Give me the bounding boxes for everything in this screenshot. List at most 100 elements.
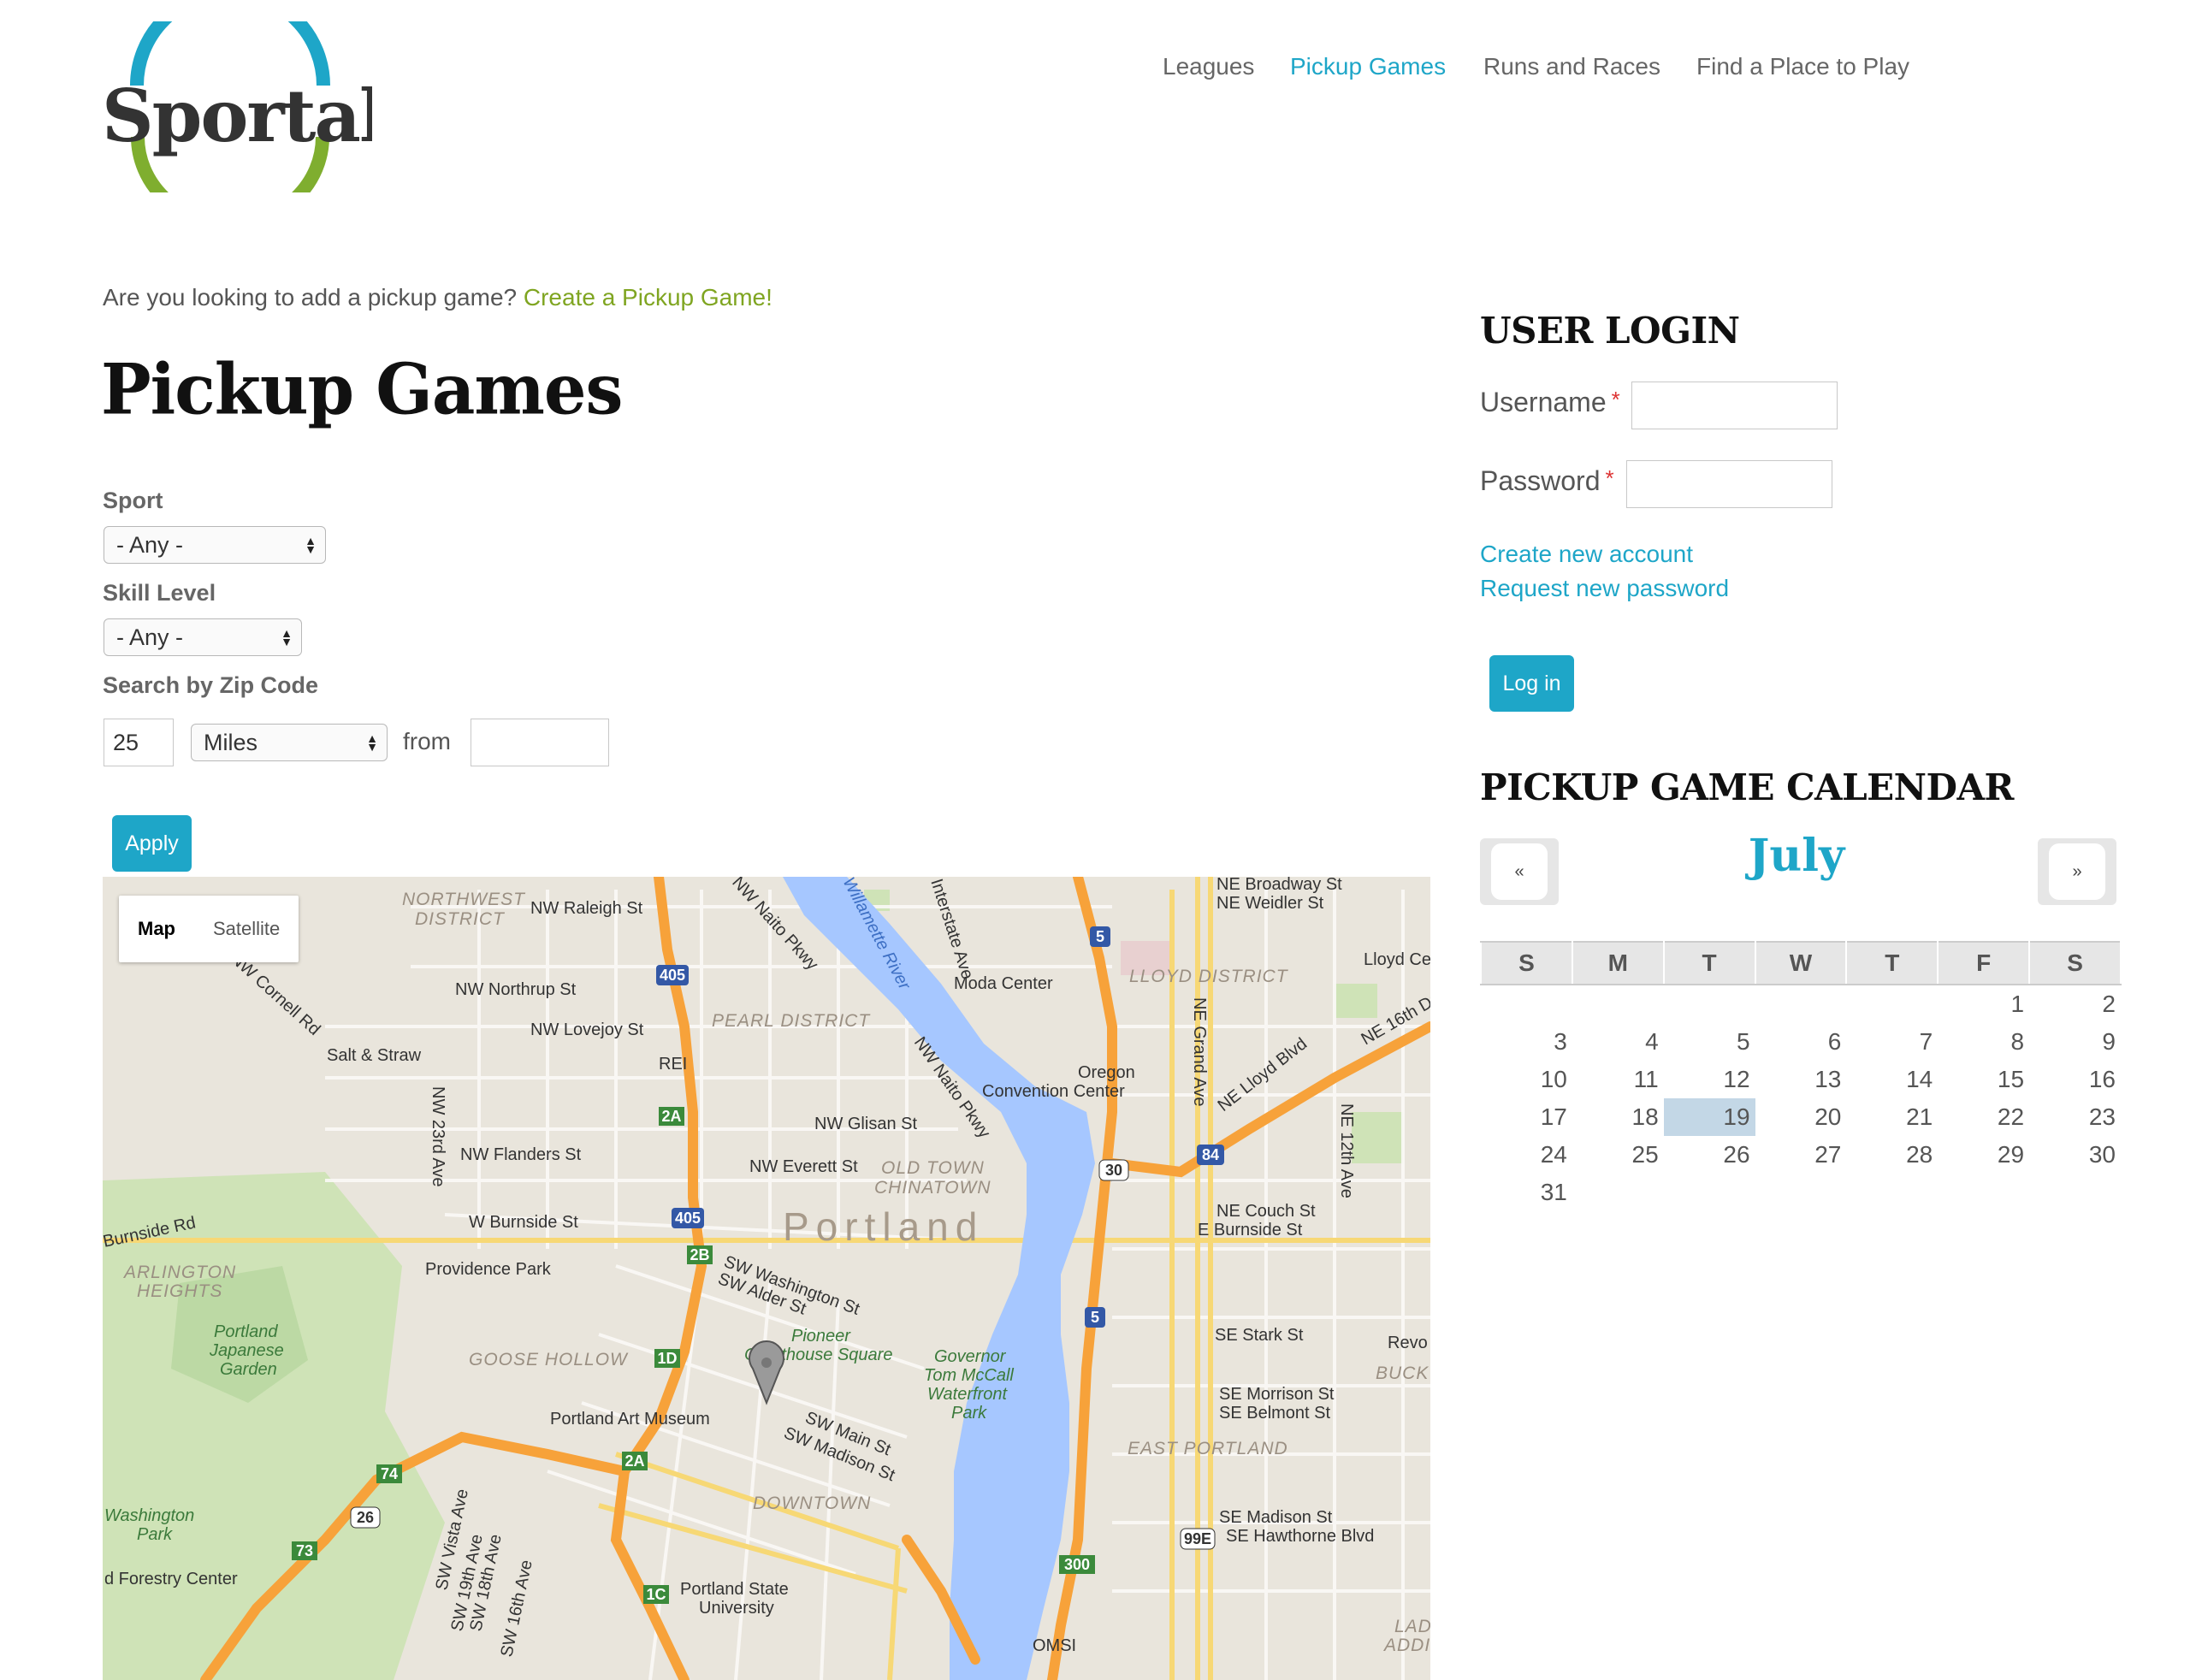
nav-find-a-place[interactable]: Find a Place to Play <box>1696 53 1909 80</box>
weekday-header: S <box>1480 941 1573 985</box>
calendar-day[interactable]: 16 <box>2029 1061 2121 1098</box>
password-label: Password * <box>1480 465 1614 497</box>
calendar-day[interactable]: 7 <box>1846 1023 1938 1061</box>
calendar-day[interactable]: 26 <box>1664 1136 1755 1174</box>
label-flanders: NW Flanders St <box>460 1145 582 1164</box>
calendar-day <box>1664 1174 1755 1211</box>
label-lloyd-center: Lloyd Ce <box>1364 950 1430 969</box>
calendar-day[interactable]: 11 <box>1572 1061 1664 1098</box>
shield-26: 26 <box>357 1509 374 1526</box>
calendar-day[interactable]: 1 <box>1938 985 2029 1023</box>
label-convention-2: Convention Center <box>982 1082 1125 1101</box>
exit-2a-2: 2A <box>624 1452 644 1470</box>
calendar-prev-button[interactable]: « <box>1480 838 1559 905</box>
nav-pickup-games[interactable]: Pickup Games <box>1290 53 1446 80</box>
calendar-day[interactable]: 24 <box>1481 1136 1572 1174</box>
apply-button[interactable]: Apply <box>112 815 192 872</box>
logo-wordmark: Sportal <box>102 74 372 158</box>
calendar-day[interactable]: 12 <box>1664 1061 1755 1098</box>
calendar-day[interactable]: 29 <box>1938 1136 2029 1174</box>
distance-unit-select[interactable]: Miles ▲ ▼ <box>191 724 388 761</box>
calendar-day[interactable]: 3 <box>1481 1023 1572 1061</box>
label-lovejoy: NW Lovejoy St <box>530 1020 644 1039</box>
label-addi: ADDI <box>1382 1636 1430 1655</box>
label-glisan: NW Glisan St <box>814 1115 917 1133</box>
calendar-day[interactable]: 18 <box>1572 1098 1664 1136</box>
exit-2b: 2B <box>690 1246 709 1263</box>
label-pearl-district: PEARL DISTRICT <box>712 1011 871 1031</box>
calendar-day[interactable]: 17 <box>1481 1098 1572 1136</box>
label-east-portland: EAST PORTLAND <box>1128 1439 1288 1458</box>
password-label-text: Password <box>1480 465 1601 496</box>
calendar-day[interactable]: 25 <box>1572 1136 1664 1174</box>
calendar-day[interactable]: 27 <box>1755 1136 1847 1174</box>
calendar-day[interactable]: 8 <box>1938 1023 2029 1061</box>
label-mccall-3: Waterfront <box>927 1385 1008 1404</box>
page-title: Pickup Games <box>101 348 623 431</box>
weekday-header: F <box>1937 941 2031 985</box>
username-label: Username * <box>1480 387 1620 418</box>
unit-select-value: Miles <box>204 729 258 755</box>
sportal-logo[interactable]: Sportal <box>98 0 387 231</box>
label-buck: BUCK <box>1376 1364 1429 1383</box>
sport-select[interactable]: - Any - ▲ ▼ <box>104 526 326 564</box>
label-japanese-3: Garden <box>220 1360 277 1379</box>
skill-select-value: - Any - <box>116 624 184 650</box>
calendar-day[interactable]: 2 <box>2029 985 2121 1023</box>
label-weidler: NE Weidler St <box>1216 894 1324 913</box>
calendar-day[interactable]: 30 <box>2029 1136 2121 1174</box>
request-password-link[interactable]: Request new password <box>1480 575 1729 602</box>
label-omsi: OMSI <box>1033 1636 1076 1655</box>
label-psu-1: Portland State <box>680 1580 789 1599</box>
skill-level-select[interactable]: - Any - ▲ ▼ <box>104 618 302 656</box>
calendar-day[interactable]: 28 <box>1846 1136 1938 1174</box>
zip-code-input[interactable] <box>471 719 609 766</box>
calendar-day[interactable]: 6 <box>1755 1023 1847 1061</box>
label-northrup: NW Northrup St <box>455 980 577 999</box>
select-arrows-icon: ▲ ▼ <box>281 626 293 648</box>
distance-input[interactable]: 25 <box>104 719 174 766</box>
create-pickup-game-link[interactable]: Create a Pickup Game! <box>524 284 772 311</box>
label-washington-park-1: Washington <box>104 1506 194 1525</box>
satellite-view-button[interactable]: Satellite <box>194 896 299 962</box>
calendar-next-icon: » <box>2049 843 2105 900</box>
password-input[interactable] <box>1626 460 1832 508</box>
calendar-day[interactable]: 4 <box>1572 1023 1664 1061</box>
from-label: from <box>403 728 451 754</box>
calendar-day <box>1664 985 1755 1023</box>
calendar-day[interactable]: 22 <box>1938 1098 2029 1136</box>
calendar-day[interactable]: 19 <box>1663 1098 1755 1136</box>
create-account-link[interactable]: Create new account <box>1480 541 1693 568</box>
nav-leagues[interactable]: Leagues <box>1163 53 1254 80</box>
nav-runs-and-races[interactable]: Runs and Races <box>1483 53 1660 80</box>
calendar-day[interactable]: 20 <box>1755 1098 1847 1136</box>
skill-level-label: Skill Level <box>103 580 216 606</box>
username-input[interactable] <box>1631 382 1838 429</box>
log-in-button[interactable]: Log in <box>1489 655 1574 712</box>
label-revo: Revo <box>1388 1334 1428 1352</box>
label-stark: SE Stark St <box>1215 1326 1304 1345</box>
calendar-prev-icon: « <box>1491 843 1548 900</box>
label-chinatown: CHINATOWN <box>874 1178 991 1198</box>
weekday-header: S <box>2028 941 2122 985</box>
label-old-town: OLD TOWN <box>881 1158 985 1178</box>
calendar-next-button[interactable]: » <box>2038 838 2116 905</box>
pickup-games-map[interactable]: 405 405 5 5 84 30 26 99E 74 73 300 2A 2B <box>103 877 1430 1680</box>
shield-84: 84 <box>1202 1146 1219 1163</box>
calendar-day[interactable]: 13 <box>1755 1061 1847 1098</box>
calendar-day <box>2029 1174 2121 1211</box>
calendar-day[interactable]: 14 <box>1846 1061 1938 1098</box>
calendar-day[interactable]: 31 <box>1481 1174 1572 1211</box>
calendar-day[interactable]: 5 <box>1664 1023 1755 1061</box>
label-japanese-1: Portland <box>214 1322 278 1341</box>
calendar-day[interactable]: 15 <box>1938 1061 2029 1098</box>
map-view-button[interactable]: Map <box>119 896 194 962</box>
label-belmont: SE Belmont St <box>1219 1404 1331 1423</box>
calendar-day[interactable]: 21 <box>1846 1098 1938 1136</box>
calendar-day[interactable]: 23 <box>2029 1098 2121 1136</box>
select-arrows-icon: ▲ ▼ <box>305 534 317 556</box>
calendar-month: July <box>1748 830 1845 882</box>
calendar-day[interactable]: 10 <box>1481 1061 1572 1098</box>
calendar-day[interactable]: 9 <box>2029 1023 2121 1061</box>
calendar-day <box>1755 1174 1847 1211</box>
